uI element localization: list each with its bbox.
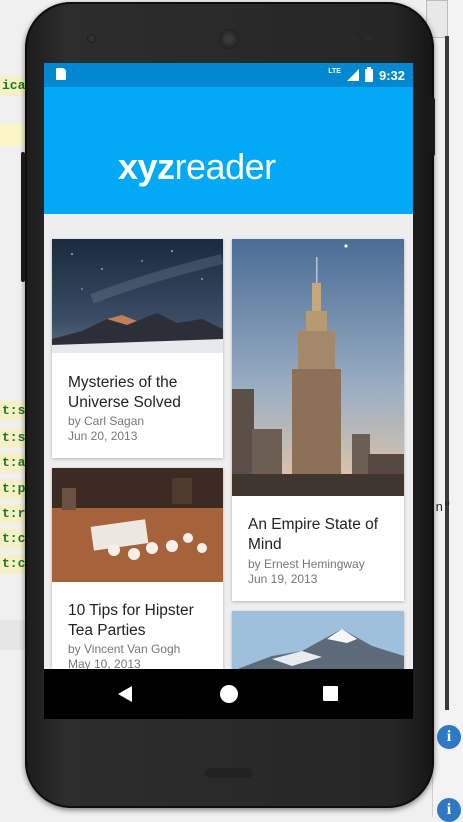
logo-bold-part: xyz xyxy=(118,146,175,187)
article-title: An Empire State of Mind xyxy=(248,516,379,553)
status-bar: LTE 9:32 xyxy=(44,63,413,87)
back-triangle-icon[interactable] xyxy=(118,686,132,702)
article-author: by Ernest Hemingway xyxy=(248,557,365,571)
article-image-snowy-mountain xyxy=(232,611,404,669)
signal-icon xyxy=(346,69,359,81)
navigation-bar xyxy=(44,669,413,719)
status-icons: LTE 9:32 xyxy=(328,63,405,87)
front-camera xyxy=(87,34,96,43)
earpiece-speaker xyxy=(219,29,239,49)
clock: 9:32 xyxy=(378,67,405,83)
battery-icon xyxy=(364,66,373,82)
article-card[interactable] xyxy=(232,611,404,669)
article-grid[interactable]: Mysteries of the Universe Solved by Carl… xyxy=(44,214,413,669)
power-button xyxy=(431,98,435,156)
bottom-speaker xyxy=(205,768,253,778)
article-image-empire-state xyxy=(232,239,404,496)
article-author: by Carl Sagan xyxy=(68,414,145,428)
article-title: Mysteries of the Universe Solved xyxy=(68,374,181,411)
info-icon[interactable]: i xyxy=(437,725,461,749)
phone-screen: LTE 9:32 xyzreader Mysteries of the Univ… xyxy=(44,63,413,719)
article-card[interactable]: Mysteries of the Universe Solved by Carl… xyxy=(52,239,223,458)
volume-button xyxy=(21,152,25,282)
ide-code-fragment-right: n" xyxy=(435,500,451,515)
article-card[interactable]: 10 Tips for Hipster Tea Parties by Vince… xyxy=(52,468,223,669)
article-card[interactable]: An Empire State of Mind by Ernest Heming… xyxy=(232,239,404,601)
article-image-night-sky xyxy=(52,239,223,353)
article-image-tea-cups xyxy=(52,468,223,582)
home-circle-icon[interactable] xyxy=(220,685,238,703)
sd-card-icon xyxy=(56,68,66,80)
article-date: Jun 20, 2013 xyxy=(68,429,138,443)
article-author: by Vincent Van Gogh xyxy=(68,642,181,656)
ide-panel-border xyxy=(445,36,449,710)
app-toolbar: xyzreader xyxy=(44,87,413,214)
proximity-sensor xyxy=(351,35,357,41)
logo-regular-part: reader xyxy=(174,146,277,187)
recents-square-icon[interactable] xyxy=(323,686,338,701)
article-title: 10 Tips for Hipster Tea Parties xyxy=(68,602,194,639)
article-date: Jun 19, 2013 xyxy=(248,572,318,586)
lte-label: LTE xyxy=(328,67,341,75)
light-sensor xyxy=(365,35,371,41)
article-date: May 10, 2013 xyxy=(68,657,141,669)
app-logo: xyzreader xyxy=(118,149,276,185)
info-icon[interactable]: i xyxy=(437,798,461,822)
